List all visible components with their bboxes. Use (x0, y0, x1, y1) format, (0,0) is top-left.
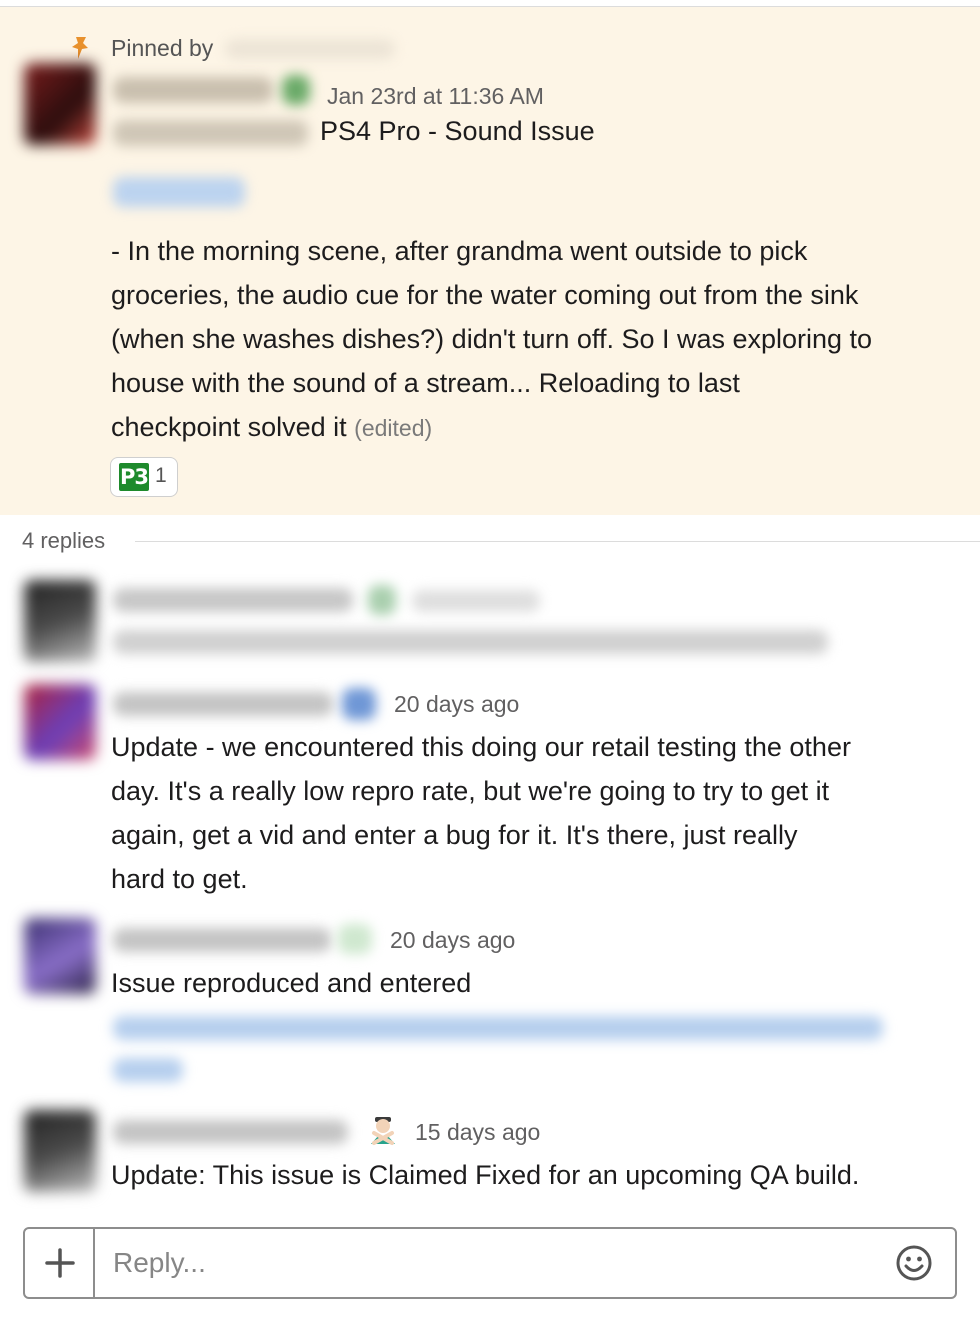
pinned-message: Pinned by Jan 23rd at 11:36 AM PS4 Pro -… (0, 7, 980, 515)
author-name-redacted[interactable] (113, 692, 333, 716)
link-redacted[interactable] (113, 1016, 883, 1040)
link-redacted[interactable] (113, 1058, 183, 1082)
message-line: again, get a vid and enter a bug for it.… (111, 820, 798, 850)
message-timestamp[interactable]: 15 days ago (415, 1119, 540, 1146)
body-line-text: checkpoint solved it (111, 412, 347, 442)
message-line: Update: This issue is Claimed Fixed for … (111, 1160, 860, 1190)
reaction-count: 1 (155, 464, 167, 487)
thread-view: Pinned by Jan 23rd at 11:36 AM PS4 Pro -… (0, 0, 980, 1324)
avatar[interactable] (24, 918, 96, 994)
author-name-redacted[interactable] (113, 77, 273, 103)
reaction-p3[interactable]: P3 1 (110, 457, 178, 497)
body-line: (when she washes dishes?) didn't turn of… (111, 324, 873, 354)
status-emoji-redacted (368, 585, 396, 615)
person-gesturing-no-icon (371, 1117, 395, 1145)
message-line: hard to get. (111, 864, 248, 894)
status-emoji-redacted (338, 924, 372, 954)
message-title: PS4 Pro - Sound Issue (320, 116, 595, 146)
smiley-icon[interactable] (895, 1244, 933, 1282)
author-name-redacted[interactable] (113, 928, 331, 952)
pinned-by-user-redacted[interactable] (225, 39, 395, 59)
message-redacted (113, 630, 828, 654)
avatar[interactable] (24, 684, 96, 760)
message-line: day. It's a really low repro rate, but w… (111, 776, 830, 806)
body-line: groceries, the audio cue for the water c… (111, 280, 859, 310)
body-line: checkpoint solved it (edited) (111, 405, 432, 450)
plus-icon (45, 1248, 75, 1278)
pinned-by-label: Pinned by (111, 35, 214, 61)
timestamp-redacted (412, 590, 540, 612)
author-name-redacted[interactable] (113, 1120, 348, 1144)
message-timestamp[interactable]: 20 days ago (390, 927, 515, 954)
message-timestamp[interactable]: Jan 23rd at 11:36 AM (327, 83, 544, 110)
message-line: Update - we encountered this doing our r… (111, 732, 851, 762)
message-timestamp[interactable]: 20 days ago (394, 691, 519, 718)
edited-label: (edited) (354, 415, 433, 441)
reply-composer (23, 1227, 957, 1299)
status-emoji-redacted (282, 75, 310, 105)
body-line: house with the sound of a stream... Relo… (111, 368, 740, 398)
author-name-redacted[interactable] (113, 588, 353, 612)
avatar[interactable] (24, 63, 96, 145)
pin-icon (72, 37, 88, 59)
replies-count: 4 replies (22, 528, 106, 553)
mention-redacted[interactable] (113, 177, 245, 207)
avatar[interactable] (24, 580, 96, 662)
body-line: - In the morning scene, after grandma we… (111, 236, 808, 266)
attach-button[interactable] (25, 1229, 95, 1297)
status-emoji-redacted (342, 688, 376, 720)
p3-emoji-icon: P3 (119, 463, 149, 491)
title-prefix-redacted (113, 120, 308, 146)
message-line: Issue reproduced and entered (111, 968, 472, 998)
reply-input[interactable] (111, 1239, 875, 1287)
replies-divider (135, 541, 980, 542)
avatar[interactable] (24, 1110, 96, 1192)
